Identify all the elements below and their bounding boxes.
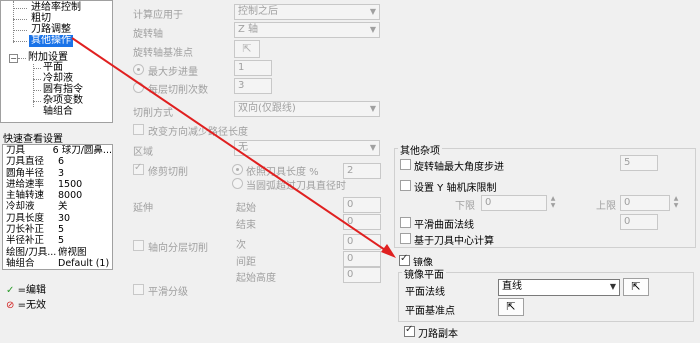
annotation-arrow-head — [381, 244, 396, 258]
annotation-arrow-line — [71, 37, 389, 253]
annotation-arrow — [71, 37, 396, 258]
